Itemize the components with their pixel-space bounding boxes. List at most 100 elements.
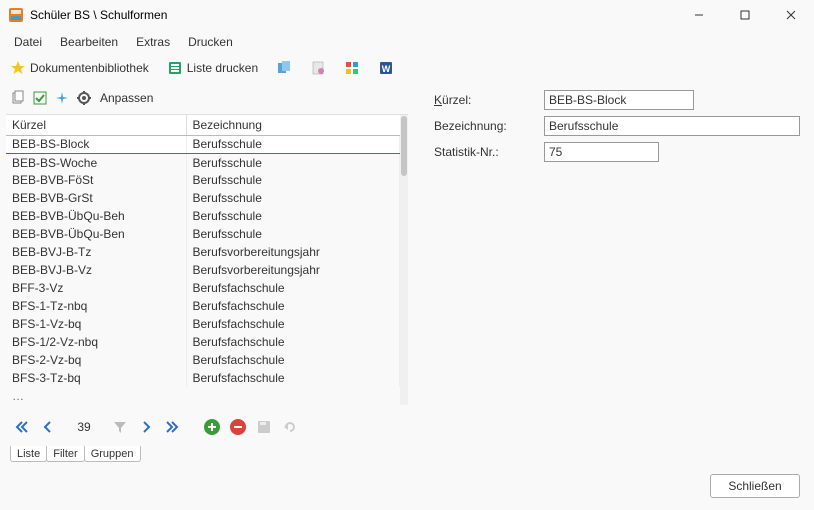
table-row[interactable]: BEB-BVB-ÜbQu-BehBerufsschule: [6, 207, 400, 225]
grid-tabs: Liste Filter Gruppen: [6, 442, 408, 462]
cell-bezeichnung[interactable]: Berufsfachschule: [186, 315, 400, 333]
maximize-button[interactable]: [722, 0, 768, 30]
nav-save-disabled: [254, 417, 274, 437]
nav-first[interactable]: [12, 417, 32, 437]
kuerzel-label: Kürzel:: [434, 93, 544, 107]
table-row[interactable]: BEB-BS-BlockBerufsschule: [6, 135, 400, 153]
toolbar-action-4[interactable]: W: [374, 58, 398, 78]
grid-ellipsis: …: [6, 387, 400, 405]
multi-doc-icon: [276, 60, 292, 76]
cell-kuerzel[interactable]: BEB-BVB-ÜbQu-Beh: [6, 207, 186, 225]
close-dialog-button[interactable]: Schließen: [710, 474, 800, 498]
schulformen-grid[interactable]: Kürzel Bezeichnung BEB-BS-BlockBerufssch…: [6, 115, 400, 406]
table-row[interactable]: BFS-1-Vz-bqBerufsfachschule: [6, 315, 400, 333]
grid-header-bezeichnung[interactable]: Bezeichnung: [186, 115, 400, 136]
table-row[interactable]: BEB-BVB-FöStBerufsschule: [6, 171, 400, 189]
cell-bezeichnung[interactable]: Berufsschule: [186, 153, 400, 171]
cell-bezeichnung[interactable]: Berufsfachschule: [186, 333, 400, 351]
bezeichnung-label: Bezeichnung:: [434, 119, 544, 133]
printlist-label: Liste drucken: [187, 61, 258, 75]
spreadsheet-icon: [167, 60, 183, 76]
table-row[interactable]: BFS-3-Tz-bqBerufsfachschule: [6, 369, 400, 387]
table-row[interactable]: BEB-BVJ-B-TzBerufsvorbereitungsjahr: [6, 243, 400, 261]
cell-kuerzel[interactable]: BFS-1-Vz-bq: [6, 315, 186, 333]
check-icon[interactable]: [32, 90, 48, 106]
nav-record-count: 39: [64, 420, 104, 434]
tab-filter[interactable]: Filter: [46, 446, 84, 462]
main-toolbar: Dokumentenbibliothek Liste drucken W: [0, 54, 814, 82]
copy-icon[interactable]: [10, 90, 26, 106]
sparkle-icon[interactable]: [54, 90, 70, 106]
table-row[interactable]: BFS-1-Tz-nbqBerufsfachschule: [6, 297, 400, 315]
table-row[interactable]: BEB-BVB-GrStBerufsschule: [6, 189, 400, 207]
nav-last[interactable]: [162, 417, 182, 437]
nav-add[interactable]: [202, 417, 222, 437]
table-row[interactable]: BFF-3-VzBerufsfachschule: [6, 279, 400, 297]
grid-scrollbar[interactable]: [400, 115, 408, 406]
customize-label[interactable]: Anpassen: [100, 91, 153, 105]
cell-bezeichnung[interactable]: Berufsfachschule: [186, 279, 400, 297]
cell-kuerzel[interactable]: BFS-2-Vz-bq: [6, 351, 186, 369]
cell-kuerzel[interactable]: BEB-BVB-ÜbQu-Ben: [6, 225, 186, 243]
toolbar-action-2[interactable]: [306, 58, 330, 78]
toolbar-action-3[interactable]: [340, 58, 364, 78]
statistik-input[interactable]: [544, 142, 659, 162]
gear-icon[interactable]: [76, 90, 92, 106]
nav-filter[interactable]: [110, 417, 130, 437]
table-row[interactable]: BEB-BVJ-B-VzBerufsvorbereitungsjahr: [6, 261, 400, 279]
printlist-button[interactable]: Liste drucken: [163, 58, 262, 78]
cell-kuerzel[interactable]: BEB-BVB-GrSt: [6, 189, 186, 207]
svg-text:W: W: [382, 64, 391, 74]
word-export-icon: W: [378, 60, 394, 76]
table-row[interactable]: BEB-BS-WocheBerufsschule: [6, 153, 400, 171]
cell-kuerzel[interactable]: BFF-3-Vz: [6, 279, 186, 297]
cell-kuerzel[interactable]: BEB-BVB-FöSt: [6, 171, 186, 189]
grid-toolbar: Anpassen: [6, 86, 408, 110]
cell-bezeichnung[interactable]: Berufsvorbereitungsjahr: [186, 243, 400, 261]
menubar: Datei Bearbeiten Extras Drucken: [0, 30, 814, 54]
nav-delete[interactable]: [228, 417, 248, 437]
nav-next[interactable]: [136, 417, 156, 437]
doclib-label: Dokumentenbibliothek: [30, 61, 149, 75]
cell-kuerzel[interactable]: BFS-3-Tz-bq: [6, 369, 186, 387]
cell-bezeichnung[interactable]: Berufsfachschule: [186, 369, 400, 387]
menu-datei[interactable]: Datei: [6, 33, 50, 51]
cell-kuerzel[interactable]: BEB-BS-Woche: [6, 153, 186, 171]
cell-bezeichnung[interactable]: Berufsschule: [186, 189, 400, 207]
cell-kuerzel[interactable]: BFS-1/2-Vz-nbq: [6, 333, 186, 351]
kuerzel-input[interactable]: [544, 90, 694, 110]
record-navigator: 39: [6, 411, 408, 442]
doclib-button[interactable]: Dokumentenbibliothek: [6, 58, 153, 78]
menu-drucken[interactable]: Drucken: [180, 33, 241, 51]
cell-bezeichnung[interactable]: Berufsvorbereitungsjahr: [186, 261, 400, 279]
menu-bearbeiten[interactable]: Bearbeiten: [52, 33, 126, 51]
star-icon: [10, 60, 26, 76]
table-row[interactable]: BFS-1/2-Vz-nbqBerufsfachschule: [6, 333, 400, 351]
menu-extras[interactable]: Extras: [128, 33, 178, 51]
table-row[interactable]: BFS-2-Vz-bqBerufsfachschule: [6, 351, 400, 369]
nav-undo-disabled: [280, 417, 300, 437]
cell-kuerzel[interactable]: BEB-BVJ-B-Vz: [6, 261, 186, 279]
bezeichnung-input[interactable]: [544, 116, 800, 136]
cell-bezeichnung[interactable]: Berufsschule: [186, 135, 400, 153]
toolbar-action-1[interactable]: [272, 58, 296, 78]
cell-bezeichnung[interactable]: Berufsschule: [186, 207, 400, 225]
cell-kuerzel[interactable]: BEB-BVJ-B-Tz: [6, 243, 186, 261]
table-row[interactable]: BEB-BVB-ÜbQu-BenBerufsschule: [6, 225, 400, 243]
window-title: Schüler BS \ Schulformen: [30, 8, 676, 22]
cell-bezeichnung[interactable]: Berufsschule: [186, 225, 400, 243]
cell-bezeichnung[interactable]: Berufsfachschule: [186, 351, 400, 369]
nav-prev[interactable]: [38, 417, 58, 437]
doc-star-icon: [310, 60, 326, 76]
cell-bezeichnung[interactable]: Berufsschule: [186, 171, 400, 189]
close-button[interactable]: [768, 0, 814, 30]
tab-gruppen[interactable]: Gruppen: [84, 446, 141, 462]
statistik-label: Statistik-Nr.:: [434, 145, 544, 159]
app-icon: [8, 7, 24, 23]
tab-liste[interactable]: Liste: [10, 446, 47, 462]
cell-kuerzel[interactable]: BEB-BS-Block: [6, 135, 186, 153]
grid-header-kuerzel[interactable]: Kürzel: [6, 115, 186, 136]
cell-bezeichnung[interactable]: Berufsfachschule: [186, 297, 400, 315]
minimize-button[interactable]: [676, 0, 722, 30]
cell-kuerzel[interactable]: BFS-1-Tz-nbq: [6, 297, 186, 315]
